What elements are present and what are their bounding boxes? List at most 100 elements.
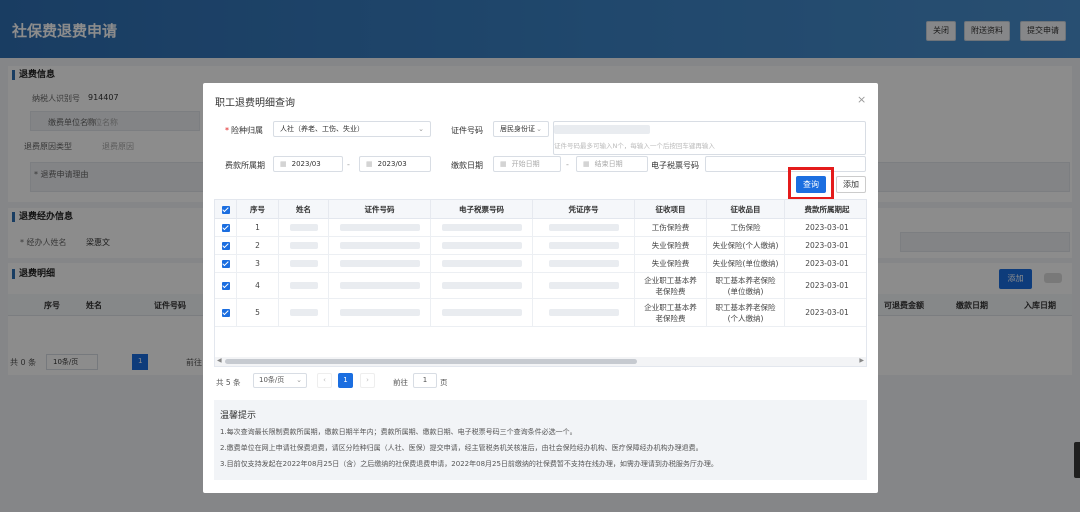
pay-date-end-placeholder: 结束日期 xyxy=(594,160,623,168)
row-voucher-redacted xyxy=(533,237,635,255)
period-start-input[interactable]: ▦ 2023/03 xyxy=(273,156,343,172)
redacted-voucher xyxy=(548,309,619,316)
redacted-ticket xyxy=(441,260,522,267)
employee-refund-table: 序号 姓名 证件号码 电子税票号码 凭证序号 征收项目 征收品目 费款所属期起 … xyxy=(214,199,867,367)
id-type-select[interactable]: 居民身份证 ⌄ xyxy=(493,121,549,137)
goto-label: 前往 xyxy=(393,378,408,387)
row-period: 2023-03-01 xyxy=(785,237,866,255)
pager-total: 共 5 条 xyxy=(216,378,241,387)
row-name-redacted xyxy=(279,219,329,237)
period-end-input[interactable]: ▦ 2023/03 xyxy=(359,156,431,172)
chevron-down-icon: ⌄ xyxy=(418,125,424,133)
ticket-number-input[interactable] xyxy=(705,156,866,172)
row-checkbox[interactable] xyxy=(221,259,230,268)
col-collection-item: 征收项目 xyxy=(635,200,707,219)
next-page-button[interactable]: › xyxy=(360,373,375,388)
row-select-cell[interactable] xyxy=(215,273,237,299)
highlight-annotation xyxy=(788,167,834,200)
row-voucher-redacted xyxy=(533,219,635,237)
row-checkbox[interactable] xyxy=(221,223,230,232)
row-name-redacted xyxy=(279,299,329,327)
scroll-left-icon[interactable]: ◀ xyxy=(217,357,222,364)
row-ticket-redacted xyxy=(431,219,533,237)
id-number-hint: 证件号码最多可输入N个，每输入一个后按回车键再输入 xyxy=(554,142,715,150)
row-collection-subitem: 工伤保险 xyxy=(707,219,785,237)
redacted-id-number xyxy=(339,260,420,267)
page-size-select[interactable]: 10条/页 ⌄ xyxy=(253,373,307,388)
row-collection-subitem: 失业保险(个人缴纳) xyxy=(707,237,785,255)
row-voucher-redacted xyxy=(533,255,635,273)
page-size-value: 10条/页 xyxy=(259,376,285,384)
row-id-redacted xyxy=(329,273,431,299)
scrollbar-thumb[interactable] xyxy=(225,359,637,364)
row-name-redacted xyxy=(279,255,329,273)
row-checkbox[interactable] xyxy=(221,241,230,250)
row-collection-item: 企业职工基本养老保险费 xyxy=(635,273,707,299)
col-collection-subitem: 征收品目 xyxy=(707,200,785,219)
row-no: 5 xyxy=(237,299,279,327)
current-page-button[interactable]: 1 xyxy=(338,373,353,388)
select-all-cell[interactable] xyxy=(215,200,237,219)
row-select-cell[interactable] xyxy=(215,299,237,327)
row-voucher-redacted xyxy=(533,273,635,299)
tips-title: 温馨提示 xyxy=(220,411,257,421)
redacted-voucher xyxy=(548,242,619,249)
row-ticket-redacted xyxy=(431,255,533,273)
select-all-checkbox[interactable] xyxy=(221,206,230,214)
insurance-select[interactable]: 人社（养老、工伤、失业） ⌄ xyxy=(273,121,431,137)
row-select-cell[interactable] xyxy=(215,237,237,255)
id-number-input[interactable]: 证件号码最多可输入N个，每输入一个后按回车键再输入 xyxy=(553,121,866,155)
row-checkbox[interactable] xyxy=(221,281,230,290)
period-separator: - xyxy=(347,160,350,169)
row-id-redacted xyxy=(329,255,431,273)
col-no: 序号 xyxy=(237,200,279,219)
row-collection-item: 失业保险费 xyxy=(635,255,707,273)
row-ticket-redacted xyxy=(431,273,533,299)
redacted-id-number xyxy=(339,282,420,289)
row-id-redacted xyxy=(329,237,431,255)
row-no: 1 xyxy=(237,219,279,237)
close-icon[interactable]: × xyxy=(857,93,866,106)
redacted-id-number xyxy=(339,309,420,316)
row-select-cell[interactable] xyxy=(215,219,237,237)
required-mark: * xyxy=(225,126,229,135)
col-voucher-number: 凭证序号 xyxy=(533,200,635,219)
scroll-right-icon[interactable]: ▶ xyxy=(859,357,864,364)
calendar-icon: ▦ xyxy=(583,160,590,168)
calendar-icon: ▦ xyxy=(280,160,287,168)
row-id-redacted xyxy=(329,219,431,237)
chevron-down-icon: ⌄ xyxy=(296,376,302,384)
redacted-name xyxy=(289,260,318,267)
row-select-cell[interactable] xyxy=(215,255,237,273)
chevron-down-icon: ⌄ xyxy=(536,125,542,133)
col-id-number: 证件号码 xyxy=(329,200,431,219)
row-id-redacted xyxy=(329,299,431,327)
redacted-voucher xyxy=(548,260,619,267)
redacted-name xyxy=(289,224,318,231)
redacted-ticket xyxy=(441,224,522,231)
row-no: 4 xyxy=(237,273,279,299)
goto-page-input[interactable]: 1 xyxy=(413,373,437,388)
pay-date-separator: - xyxy=(566,160,569,169)
tips-panel: 温馨提示 1.每次查询最长限制费款所属期，缴款日期半年内；费款所属期、缴款日期、… xyxy=(214,400,867,480)
add-button[interactable]: 添加 xyxy=(836,176,866,193)
pay-date-start-input[interactable]: ▦ 开始日期 xyxy=(493,156,561,172)
insurance-label-text: 险种归属 xyxy=(231,126,263,135)
col-name: 姓名 xyxy=(279,200,329,219)
horizontal-scrollbar[interactable]: ◀ ▶ xyxy=(215,357,866,366)
prev-page-button[interactable]: ‹ xyxy=(317,373,332,388)
row-no: 2 xyxy=(237,237,279,255)
pay-date-start-placeholder: 开始日期 xyxy=(511,160,540,168)
pay-date-label: 缴款日期 xyxy=(451,161,483,170)
id-number-label: 证件号码 xyxy=(451,126,483,135)
row-collection-item: 失业保险费 xyxy=(635,237,707,255)
pay-date-end-input[interactable]: ▦ 结束日期 xyxy=(576,156,648,172)
row-name-redacted xyxy=(279,237,329,255)
row-name-redacted xyxy=(279,273,329,299)
redacted-id-number xyxy=(339,224,420,231)
ticket-number-label: 电子税票号码 xyxy=(651,161,699,170)
redacted-id-number xyxy=(339,242,420,249)
row-ticket-redacted xyxy=(431,237,533,255)
row-collection-subitem: 职工基本养老保险(单位缴纳) xyxy=(707,273,785,299)
row-checkbox[interactable] xyxy=(221,308,230,317)
